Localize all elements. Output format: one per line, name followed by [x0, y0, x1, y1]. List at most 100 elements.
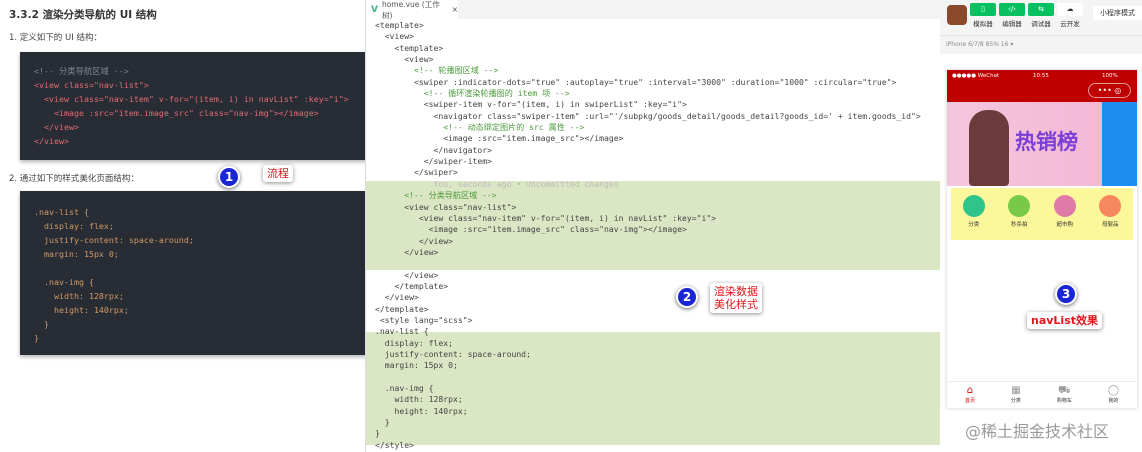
code-line: }: [34, 333, 39, 343]
editor-tab-home-vue[interactable]: V home.vue (工作树) ×: [366, 0, 458, 20]
wechat-devtools-simulator: ▯ 模拟器 ‹/› 编辑器 ⇆ 调试器 ☁ 云开发 小程序模式 iPhone 6/7/8…: [940, 0, 1142, 452]
mode-select[interactable]: 小程序模式: [1093, 6, 1142, 20]
annotation-label-2: 渲染数据 美化样式: [710, 283, 762, 313]
tab-icon: ◯: [1107, 385, 1120, 396]
code-line: <view class="nav-list">: [34, 80, 149, 90]
time: 10:55: [1033, 73, 1049, 79]
code-line: .nav-img {: [34, 277, 94, 287]
code-line: </navigator>: [375, 144, 492, 155]
tab-bar: ⌂ 首页 ▦ 分类 ⛟ 购物车 ◯ 我的: [947, 381, 1137, 408]
editor-tab-bar: V home.vue (工作树) ×: [366, 0, 946, 20]
button-label: 编辑器: [1002, 20, 1022, 28]
tab-label: 首页: [964, 398, 975, 404]
code-block-style: .nav-list { display: flex; justify-conte…: [20, 191, 370, 355]
code-editor[interactable]: V home.vue (工作树) × <template> <view> <te…: [365, 0, 946, 452]
devtools-toolbar: ▯ 模拟器 ‹/› 编辑器 ⇆ 调试器 ☁ 云开发 小程序模式: [940, 0, 1142, 36]
cloud-icon: ☁: [1057, 3, 1083, 16]
tab-item[interactable]: ◯ 我的: [1108, 385, 1119, 408]
avatar[interactable]: [947, 5, 967, 25]
code-line: justify-content: space-around;: [375, 348, 531, 359]
nav-item[interactable]: 超市购: [1053, 195, 1076, 240]
code-line: </style>: [375, 439, 414, 450]
code-line: </view>: [375, 269, 439, 280]
close-icon[interactable]: ×: [452, 5, 458, 14]
code-line: </template>: [375, 303, 429, 314]
code-line: <view class="nav-item" v-for="(item, i) …: [375, 212, 717, 223]
swiper-banner[interactable]: 热销榜: [947, 102, 1137, 186]
code-line: <image :src="item.image_src" class="nav-…: [375, 224, 687, 235]
code-line: <!-- 轮播图区域 -->: [375, 65, 499, 76]
code-line: justify-content: space-around;: [34, 235, 194, 245]
tab-item[interactable]: ▦ 分类: [1011, 385, 1021, 408]
nav-item-icon: [962, 195, 985, 217]
cloud-dev-button[interactable]: ☁ 云开发: [1057, 3, 1083, 28]
code-line: </view>: [375, 246, 439, 257]
code-line: margin: 15px 0;: [34, 249, 119, 259]
code-line: .nav-img {: [375, 383, 434, 393]
editor-button[interactable]: ‹/› 编辑器: [999, 3, 1025, 28]
code-line: </swiper>: [375, 167, 458, 178]
code-line: <!-- 循环渲染轮播图的 item 项 -->: [375, 88, 570, 99]
code-line: </view>: [375, 235, 453, 246]
code-line: </view>: [375, 292, 419, 303]
code-line: </view>: [34, 136, 69, 146]
code-line: <!-- 动态绑定图片的 src 属性 -->: [375, 122, 585, 133]
phone-icon: ▯: [970, 3, 996, 16]
tab-icon: ⌂: [966, 385, 974, 396]
step-1-text: 1. 定义如下的 UI 结构：: [9, 33, 102, 43]
tab-label: 我的: [1108, 398, 1119, 404]
tab-label: 分类: [1010, 398, 1021, 404]
code-line: <!-- 分类导航区域 -->: [34, 66, 129, 76]
nav-item[interactable]: 秒杀拍: [1008, 195, 1031, 240]
debugger-button[interactable]: ⇆ 调试器: [1028, 3, 1054, 28]
capsule-menu-button[interactable]: ••• ◎: [1088, 83, 1131, 98]
button-label: 云开发: [1060, 20, 1080, 28]
nav-item-label: 母婴品: [1101, 222, 1119, 228]
vue-file-icon: V: [371, 4, 378, 15]
nav-item-icon: [1008, 195, 1031, 217]
code-line: height: 140rpx;: [34, 305, 129, 315]
button-label: 模拟器: [973, 20, 993, 28]
tab-item[interactable]: ⛟ 购物车: [1057, 385, 1072, 408]
tab-icon: ⛟: [1058, 385, 1071, 396]
status-bar: ●●●●● WeChat 10:55 100% ••• ◎: [947, 70, 1137, 102]
phone-screen: ●●●●● WeChat 10:55 100% ••• ◎ 热销榜 分类 秒杀拍 超…: [947, 70, 1137, 408]
nav-item[interactable]: 母婴品: [1099, 195, 1122, 240]
annotation-badge-1: 1: [218, 166, 240, 188]
code-line: width: 128rpx;: [34, 291, 124, 301]
nav-item-icon: [1099, 195, 1122, 217]
nav-item-label: 秒杀拍: [1010, 222, 1028, 228]
button-label: 调试器: [1031, 20, 1051, 28]
code-line: </swiper-item>: [375, 156, 492, 167]
nav-item-label: 超市购: [1056, 222, 1073, 228]
code-line: <style lang="scss">: [375, 314, 473, 325]
code-icon: ‹/›: [999, 3, 1025, 16]
code-line: }: [375, 417, 390, 428]
code-line: }: [34, 319, 49, 329]
editor-code[interactable]: <template> <view> <template> <view> <!--…: [375, 20, 921, 451]
simulator-button[interactable]: ▯ 模拟器: [970, 3, 996, 28]
label-line: 渲染数据: [714, 285, 758, 298]
annotation-badge-3: 3: [1055, 283, 1077, 305]
battery: 100%: [1102, 73, 1118, 79]
code-line: You, seconds ago • Uncommitted changes: [375, 178, 619, 189]
section-heading: 3.3.2 渲染分类导航的 UI 结构: [9, 9, 157, 21]
nav-item[interactable]: 分类: [962, 195, 985, 240]
code-line: display: flex;: [34, 221, 114, 231]
code-line: .nav-list {: [375, 326, 429, 337]
code-line: <view>: [375, 31, 414, 42]
code-line: .nav-list {: [34, 207, 89, 217]
code-line: <view class="nav-item" v-for="(item, i) …: [34, 94, 349, 104]
code-line: <swiper :indicator-dots="true" :autoplay…: [375, 76, 897, 87]
code-line: width: 128rpx;: [375, 394, 463, 405]
annotation-label-1: 流程: [263, 165, 293, 182]
label-line: 美化样式: [714, 298, 758, 311]
code-line: }: [375, 428, 380, 439]
device-select[interactable]: iPhone 6/7/8 85% 16 ▾: [940, 36, 1142, 54]
code-line: margin: 15px 0;: [375, 360, 458, 371]
code-line: height: 140rpx;: [375, 405, 468, 416]
tab-item[interactable]: ⌂ 首页: [965, 385, 975, 408]
